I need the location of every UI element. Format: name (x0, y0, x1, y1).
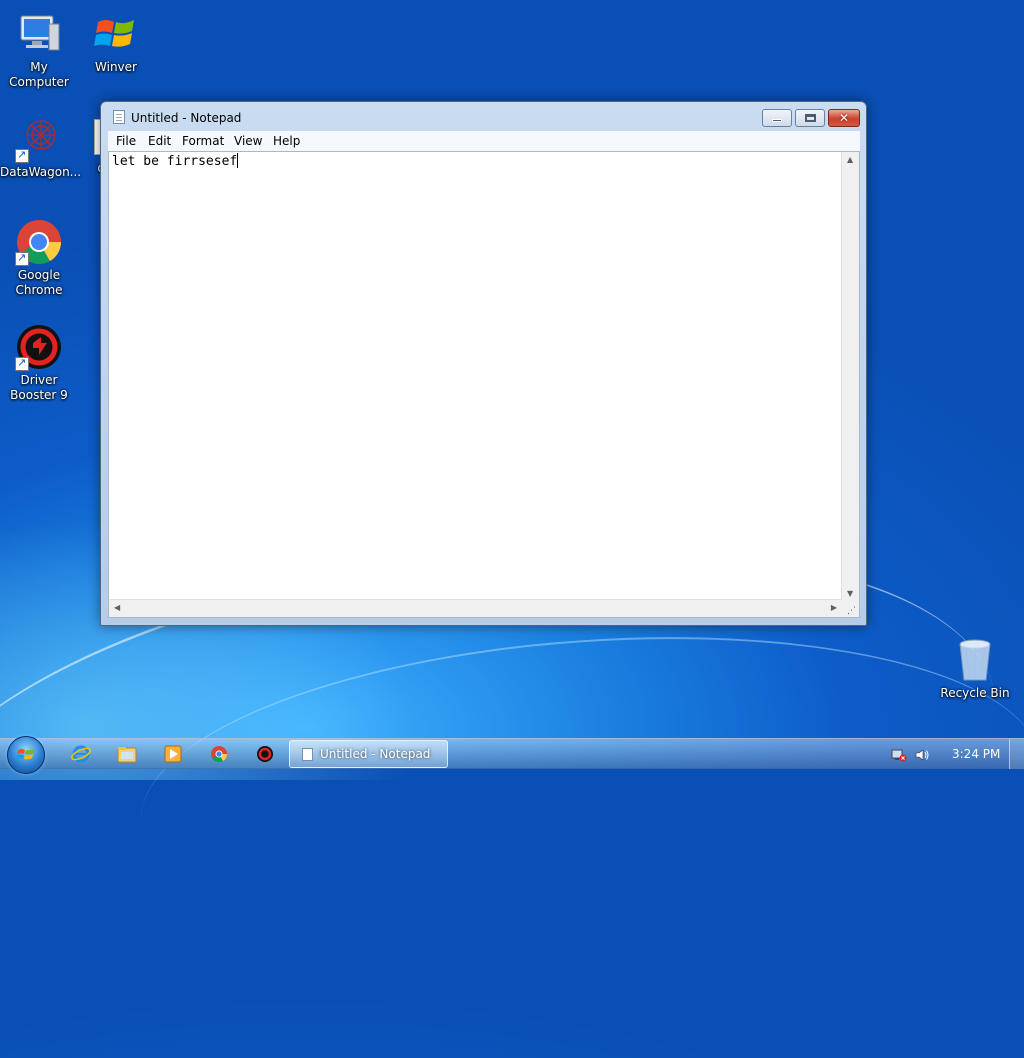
notepad-icon (113, 110, 125, 124)
internet-explorer-icon (71, 745, 91, 763)
chrome-icon (15, 218, 63, 266)
taskbar: Untitled - Notepad 3:24 PM (0, 736, 1024, 774)
driver-booster-icon (15, 323, 63, 371)
window-title: Untitled - Notepad (131, 111, 242, 125)
recycle-bin-icon (951, 636, 999, 684)
desktop-icon-recycle-bin[interactable]: Recycle Bin (936, 636, 1014, 701)
driver-booster-icon (257, 746, 273, 762)
desktop-icon-google-chrome[interactable]: Google Chrome (0, 218, 78, 298)
maximize-icon (805, 114, 816, 122)
scroll-right-icon[interactable]: ▶ (831, 603, 837, 612)
menu-view[interactable]: View (234, 134, 262, 148)
clock[interactable]: 3:24 PM (952, 747, 1000, 761)
size-grip[interactable]: ⋰ (842, 600, 859, 617)
desktop-icon-my-computer[interactable]: My Computer (0, 10, 78, 90)
desktop-icon-winver[interactable]: Winver (77, 10, 155, 75)
desktop-icon-label: Google Chrome (15, 268, 63, 297)
chrome-icon (211, 746, 228, 763)
desktop-icon-driver-booster[interactable]: Driver Booster 9 (0, 323, 78, 403)
notepad-icon (302, 748, 313, 761)
notepad-window[interactable]: Untitled - Notepad ✕ File Edit Format Vi… (100, 101, 867, 626)
file-explorer-icon (117, 747, 137, 763)
task-label: Untitled - Notepad (320, 747, 431, 761)
minimize-icon (772, 119, 782, 122)
taskbar-chrome[interactable] (208, 744, 230, 764)
volume-icon[interactable] (914, 747, 930, 761)
taskbar-internet-explorer[interactable] (70, 744, 92, 764)
start-button[interactable] (7, 736, 45, 774)
desktop-icon-label: My Computer (9, 60, 69, 89)
scroll-up-icon[interactable]: ▲ (847, 155, 853, 164)
close-icon: ✕ (838, 111, 850, 125)
desktop-icon-label: Recycle Bin (940, 686, 1010, 700)
scroll-left-icon[interactable]: ◀ (114, 603, 120, 612)
network-icon[interactable] (891, 747, 907, 762)
datawagon-icon (15, 115, 63, 163)
shortcut-arrow-icon (15, 250, 29, 266)
menu-bar: File Edit Format View Help (108, 131, 860, 151)
media-player-icon (164, 745, 182, 763)
horizontal-scrollbar[interactable]: ◀ ▶ (109, 599, 842, 617)
computer-icon (15, 10, 63, 58)
vertical-scrollbar[interactable]: ▲ ▼ (841, 152, 859, 601)
text-editor[interactable]: let be firrsesef ▲ ▼ ◀ ▶ ⋰ (108, 151, 860, 618)
text-caret (237, 153, 239, 168)
menu-help[interactable]: Help (273, 134, 300, 148)
close-button[interactable]: ✕ (828, 109, 860, 127)
desktop-icon-label: Driver Booster 9 (10, 373, 68, 402)
taskbar-media-player[interactable] (162, 744, 184, 764)
minimize-button[interactable] (762, 109, 792, 127)
resize-grip-icon: ⋰ (847, 606, 856, 616)
taskbar-notepad-task[interactable]: Untitled - Notepad (289, 740, 448, 768)
menu-edit[interactable]: Edit (148, 134, 171, 148)
editor-content[interactable]: let be firrsesef (112, 153, 239, 169)
taskbar-driver-booster[interactable] (254, 744, 276, 764)
windows-flag-icon (92, 10, 140, 58)
scroll-down-icon[interactable]: ▼ (847, 589, 853, 598)
taskbar-file-explorer[interactable] (116, 744, 138, 764)
show-desktop-button[interactable] (1009, 739, 1024, 769)
menu-format[interactable]: Format (182, 134, 224, 148)
shortcut-arrow-icon (15, 147, 29, 163)
editor-text: let be firrsesef (112, 154, 238, 169)
menu-file[interactable]: File (116, 134, 136, 148)
maximize-button[interactable] (795, 109, 825, 127)
shortcut-arrow-icon (15, 355, 29, 371)
title-bar[interactable]: Untitled - Notepad ✕ (101, 102, 866, 132)
desktop-icon-label: Winver (95, 60, 137, 74)
